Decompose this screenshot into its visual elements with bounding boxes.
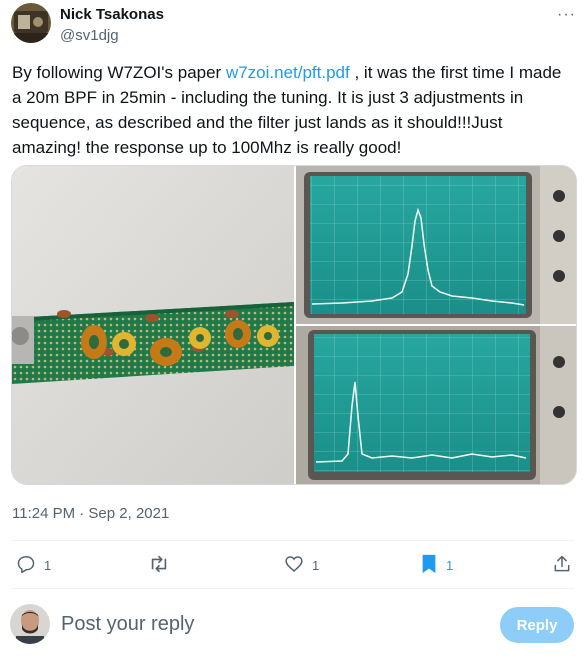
action-bar: 1 1 1 [12, 551, 574, 579]
reply-input[interactable]: Post your reply [61, 613, 194, 636]
user-avatar[interactable] [10, 604, 50, 644]
tweet-link[interactable]: w7zoi.net/pft.pdf [226, 63, 350, 82]
author-avatar[interactable] [11, 3, 51, 43]
tweet-text-part1: By following W7ZOI's paper [12, 63, 226, 82]
divider [12, 540, 574, 541]
like-count: 1 [312, 557, 320, 573]
reply-count: 1 [44, 557, 52, 573]
share-button[interactable] [552, 551, 572, 579]
reply-button-submit[interactable]: Reply [500, 607, 574, 643]
retweet-button[interactable] [148, 551, 178, 579]
reply-button[interactable]: 1 [16, 551, 51, 579]
media-grid[interactable] [11, 165, 577, 485]
author-handle[interactable]: @sv1djg [60, 27, 119, 44]
share-icon [552, 554, 572, 577]
bookmark-button[interactable]: 1 [420, 551, 453, 579]
spectrum-zoom-photo [296, 166, 576, 324]
retweet-icon [148, 553, 170, 578]
heart-icon [284, 554, 304, 577]
more-options-icon[interactable]: ··· [557, 6, 576, 24]
filter-board-photo [12, 166, 294, 484]
divider [12, 588, 574, 589]
reply-icon [16, 554, 36, 577]
bookmark-count: 1 [446, 557, 454, 573]
like-button[interactable]: 1 [284, 551, 319, 579]
spectrum-wide-photo [296, 326, 576, 484]
tweet-timestamp[interactable]: 11:24 PM · Sep 2, 2021 [12, 505, 169, 522]
author-name[interactable]: Nick Tsakonas [60, 6, 164, 23]
bookmark-icon [420, 554, 438, 577]
tweet-text: By following W7ZOI's paper w7zoi.net/pft… [12, 60, 574, 160]
media-photos [12, 166, 576, 484]
